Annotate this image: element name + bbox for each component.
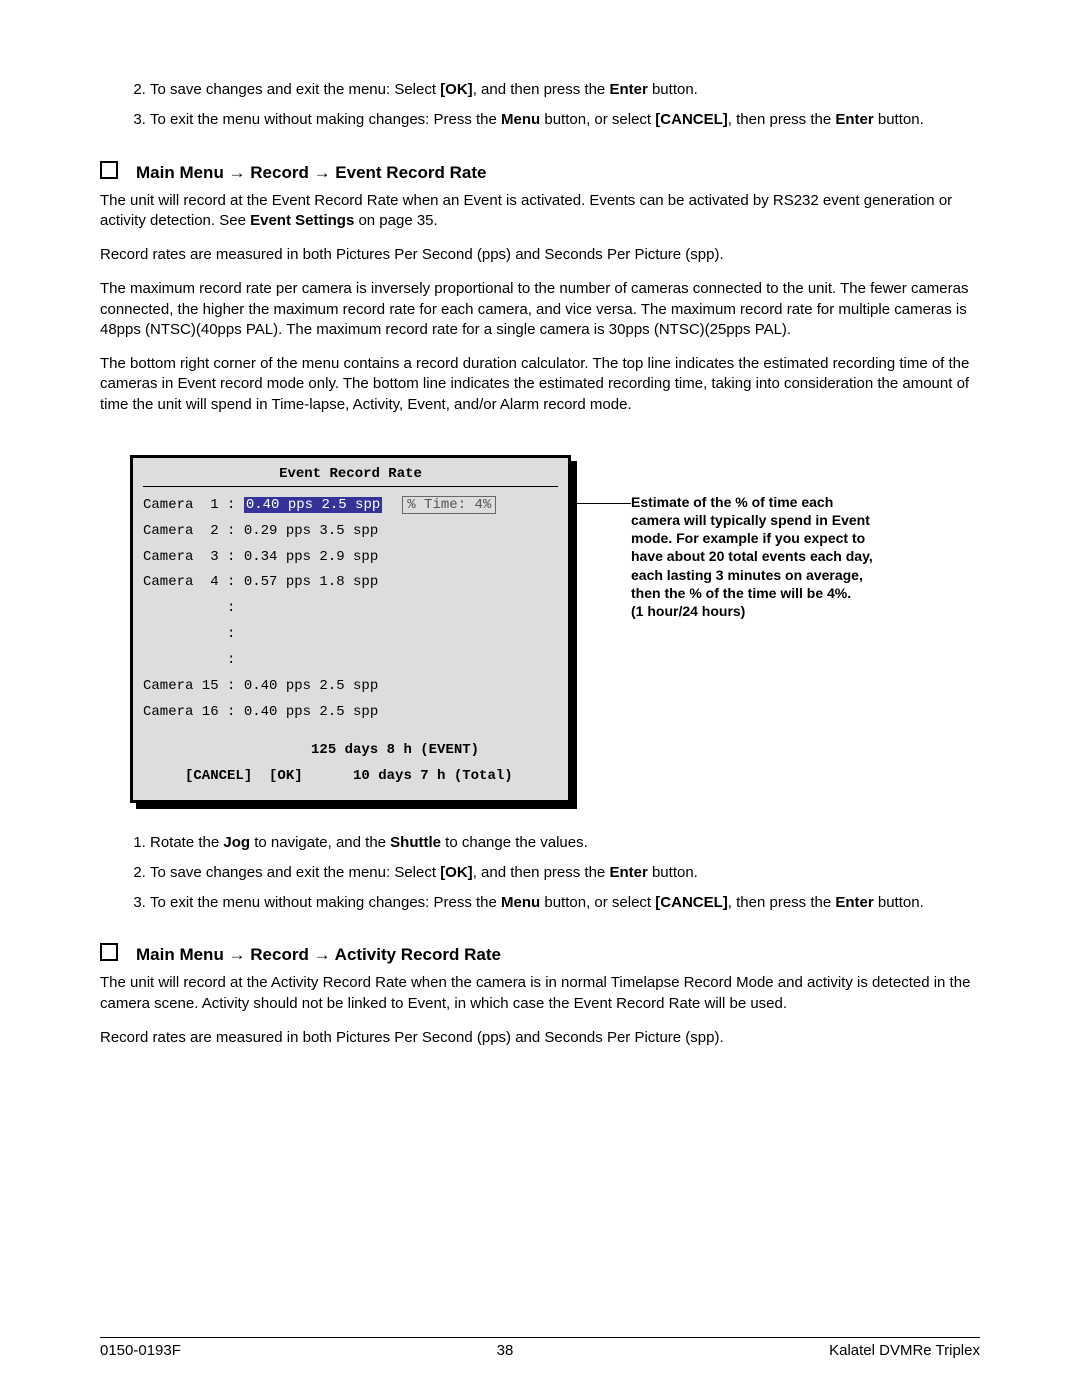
callout-text: Estimate of the % of time each camera wi… (631, 493, 881, 620)
paragraph: The bottom right corner of the menu cont… (100, 354, 980, 415)
paragraph: The unit will record at the Activity Rec… (100, 973, 980, 1014)
page: To save changes and exit the menu: Selec… (0, 0, 1080, 1397)
step-item-1: Rotate the Jog to navigate, and the Shut… (150, 833, 980, 853)
footer-page-number: 38 (497, 1342, 514, 1359)
section-heading-activity-record-rate: Main Menu → Record → Activity Record Rat… (100, 943, 980, 965)
instruction-item-2: To save changes and exit the menu: Selec… (150, 80, 980, 100)
figure-row: Event Record Rate Camera 1 : 0.40 pps 2.… (130, 455, 980, 803)
checkbox-icon (100, 943, 118, 961)
steps-list: Rotate the Jog to navigate, and the Shut… (120, 833, 980, 914)
menu-screenshot: Event Record Rate Camera 1 : 0.40 pps 2.… (130, 455, 571, 803)
section-heading-event-record-rate: Main Menu → Record → Event Record Rate (100, 161, 980, 183)
paragraph: Record rates are measured in both Pictur… (100, 1028, 980, 1048)
menu-footer: 125 days 8 h (EVENT) [CANCEL] [OK] 10 da… (133, 736, 568, 800)
step-item-3: To exit the menu without making changes:… (150, 893, 980, 913)
top-instruction-list: To save changes and exit the menu: Selec… (120, 80, 980, 131)
page-footer: 0150-0193F 38 Kalatel DVMRe Triplex (100, 1337, 980, 1359)
time-percent-box: % Time: 4% (402, 496, 496, 514)
callout-connector-line (576, 503, 631, 504)
checkbox-icon (100, 161, 118, 179)
footer-doc-number: 0150-0193F (100, 1342, 181, 1359)
footer-product-name: Kalatel DVMRe Triplex (829, 1342, 980, 1359)
paragraph: The unit will record at the Event Record… (100, 191, 980, 232)
event-record-rate-menu: Event Record Rate Camera 1 : 0.40 pps 2.… (130, 455, 571, 803)
selected-value: 0.40 pps 2.5 spp (244, 497, 382, 513)
step-item-2: To save changes and exit the menu: Selec… (150, 863, 980, 883)
menu-title: Event Record Rate (143, 458, 558, 487)
instruction-item-3: To exit the menu without making changes:… (150, 110, 980, 130)
paragraph: The maximum record rate per camera is in… (100, 279, 980, 340)
paragraph: Record rates are measured in both Pictur… (100, 245, 980, 265)
menu-body: Camera 1 : 0.40 pps 2.5 spp% Time: 4% Ca… (133, 487, 568, 736)
